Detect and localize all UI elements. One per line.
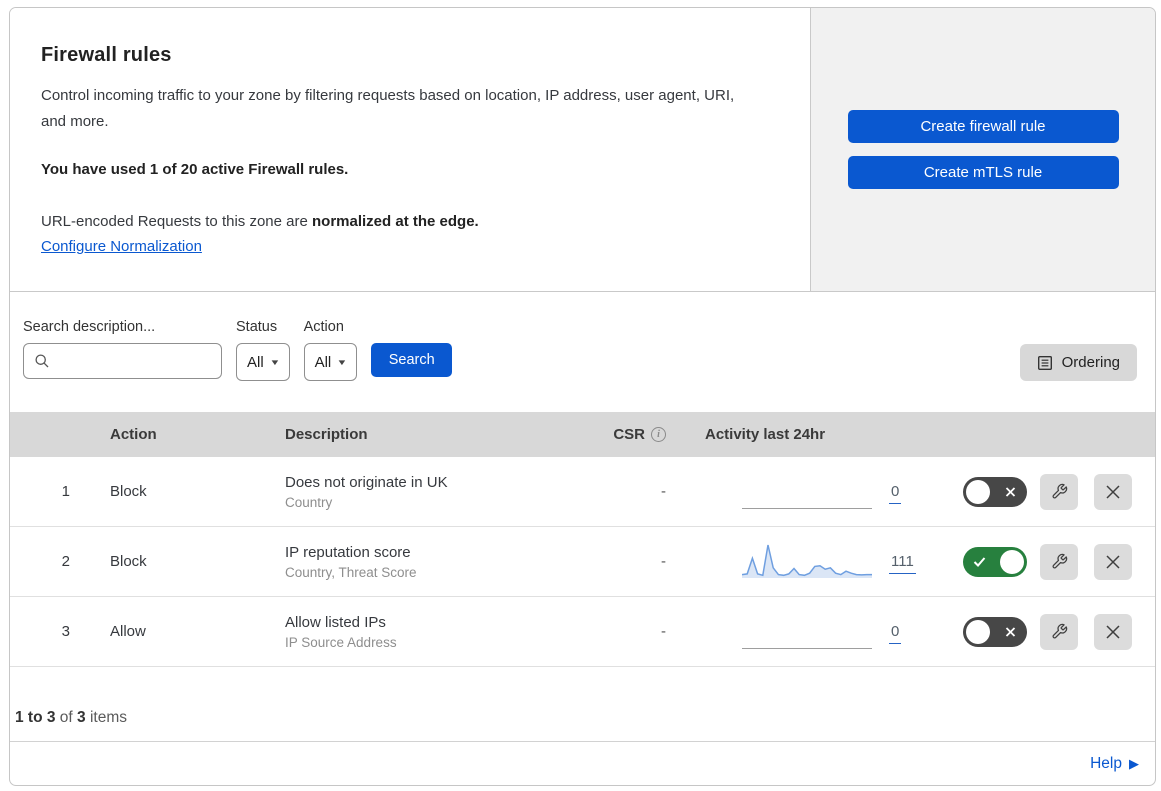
action-label: Action [303,319,344,335]
items-range-text: 1 to 3 of 3 items [15,709,127,727]
status-filter-group: Status All ▼ [236,319,290,381]
check-icon [973,556,986,567]
filter-bar: Search description... Status All ▼ Action… [10,292,1155,412]
toggle-knob [1000,549,1024,574]
normalization-note-bold: normalized at the edge. [312,213,479,230]
column-header-activity: Activity last 24hr [705,426,826,443]
activity-count-link[interactable]: 0 [889,482,902,504]
rule-description: Allow listed IPs [285,613,386,631]
normalization-note-text: URL-encoded Requests to this zone are [41,213,312,230]
rule-enabled-toggle[interactable] [963,476,1027,507]
rule-enabled-toggle[interactable] [963,546,1027,577]
search-button[interactable]: Search [371,343,453,377]
help-link-label: Help [1090,754,1122,772]
activity-sparkline [670,615,885,649]
column-header-description: Description [285,426,368,443]
x-icon [1005,626,1016,637]
rule-action: Block [110,553,147,570]
wrench-icon [1052,483,1067,499]
close-icon [1106,484,1120,499]
rule-description: Does not originate in UK [285,473,448,491]
search-input[interactable] [56,353,221,369]
table-row: 1 Block Does not originate in UK Country… [10,457,1155,527]
items-word: items [89,709,128,726]
ordering-button[interactable]: Ordering [1019,344,1137,381]
action-dropdown[interactable]: All ▼ [303,343,358,381]
x-icon [1005,486,1016,497]
pagination-bar: 1 to 3 of 3 items [10,667,1155,742]
search-filter-group: Search description... [23,319,222,379]
toggle-knob [966,619,990,644]
delete-rule-button[interactable] [1094,473,1132,510]
normalization-note: URL-encoded Requests to this zone are no… [41,209,780,235]
items-of: of [59,709,73,726]
usage-summary: You have used 1 of 20 active Firewall ru… [41,161,349,178]
chevron-down-icon: ▼ [336,357,348,367]
chevron-down-icon: ▼ [269,357,281,367]
rule-criteria: Country [285,494,333,510]
toggle-knob [966,479,990,504]
status-label: Status [236,319,278,335]
rule-csr-value: - [661,623,666,640]
status-dropdown[interactable]: All ▼ [236,343,290,381]
table-row: 2 Block IP reputation score Country, Thr… [10,527,1155,597]
rule-criteria: IP Source Address [285,634,397,650]
table-header: Action Description CSR i Activity last 24… [10,412,1155,457]
wrench-icon [1052,553,1067,569]
help-link[interactable]: Help ▶ [1090,755,1139,773]
rule-priority: 1 [61,483,70,500]
rule-csr-value: - [661,553,666,570]
create-firewall-rule-button[interactable]: Create firewall rule [847,110,1119,143]
activity-sparkline [670,475,885,509]
hero-text-block: Firewall rules Control incoming traffic … [10,8,811,291]
create-mtls-rule-button[interactable]: Create mTLS rule [847,156,1119,189]
rule-criteria: Country, Threat Score [285,564,417,580]
search-box[interactable] [23,343,222,379]
action-dropdown-value: All [314,353,332,371]
rule-priority: 3 [61,623,70,640]
hero-actions-panel: Create firewall rule Create mTLS rule [811,8,1155,291]
page-title: Firewall rules [41,44,172,66]
delete-rule-button[interactable] [1094,543,1132,580]
page-description: Control incoming traffic to your zone by… [41,87,735,130]
rule-action: Allow [110,623,146,640]
action-filter-group: Action All ▼ [303,319,358,381]
rule-description: IP reputation score [285,543,411,561]
arrow-right-icon: ▶ [1129,755,1139,771]
column-header-action: Action [110,426,157,443]
rule-priority: 2 [61,553,70,570]
items-total: 3 [77,709,86,726]
search-label: Search description... [23,319,156,335]
wrench-icon [1052,623,1067,639]
ordering-button-label: Ordering [1061,354,1120,371]
activity-sparkline [670,538,885,585]
hero-section: Firewall rules Control incoming traffic … [10,8,1155,292]
ordering-list-icon [1037,355,1052,370]
close-icon [1106,624,1120,639]
edit-rule-button[interactable] [1040,543,1078,580]
status-dropdown-value: All [247,353,264,371]
rule-enabled-toggle[interactable] [963,616,1027,647]
items-range: 1 to 3 [15,709,56,726]
search-icon [35,354,49,368]
close-icon [1106,554,1120,569]
firewall-rules-panel: Firewall rules Control incoming traffic … [9,7,1156,786]
table-row: 3 Allow Allow listed IPs IP Source Addre… [10,597,1155,667]
help-row: Help ▶ [10,742,1155,785]
activity-count-link[interactable]: 111 [889,552,916,574]
rule-action: Block [110,483,147,500]
csr-label: CSR [613,426,645,443]
info-icon[interactable]: i [651,427,666,442]
configure-normalization-link[interactable]: Configure Normalization [41,238,202,255]
column-header-csr: CSR i [575,426,670,443]
edit-rule-button[interactable] [1040,473,1078,510]
delete-rule-button[interactable] [1094,613,1132,650]
edit-rule-button[interactable] [1040,613,1078,650]
activity-count-link[interactable]: 0 [889,622,902,644]
rule-csr-value: - [661,483,666,500]
